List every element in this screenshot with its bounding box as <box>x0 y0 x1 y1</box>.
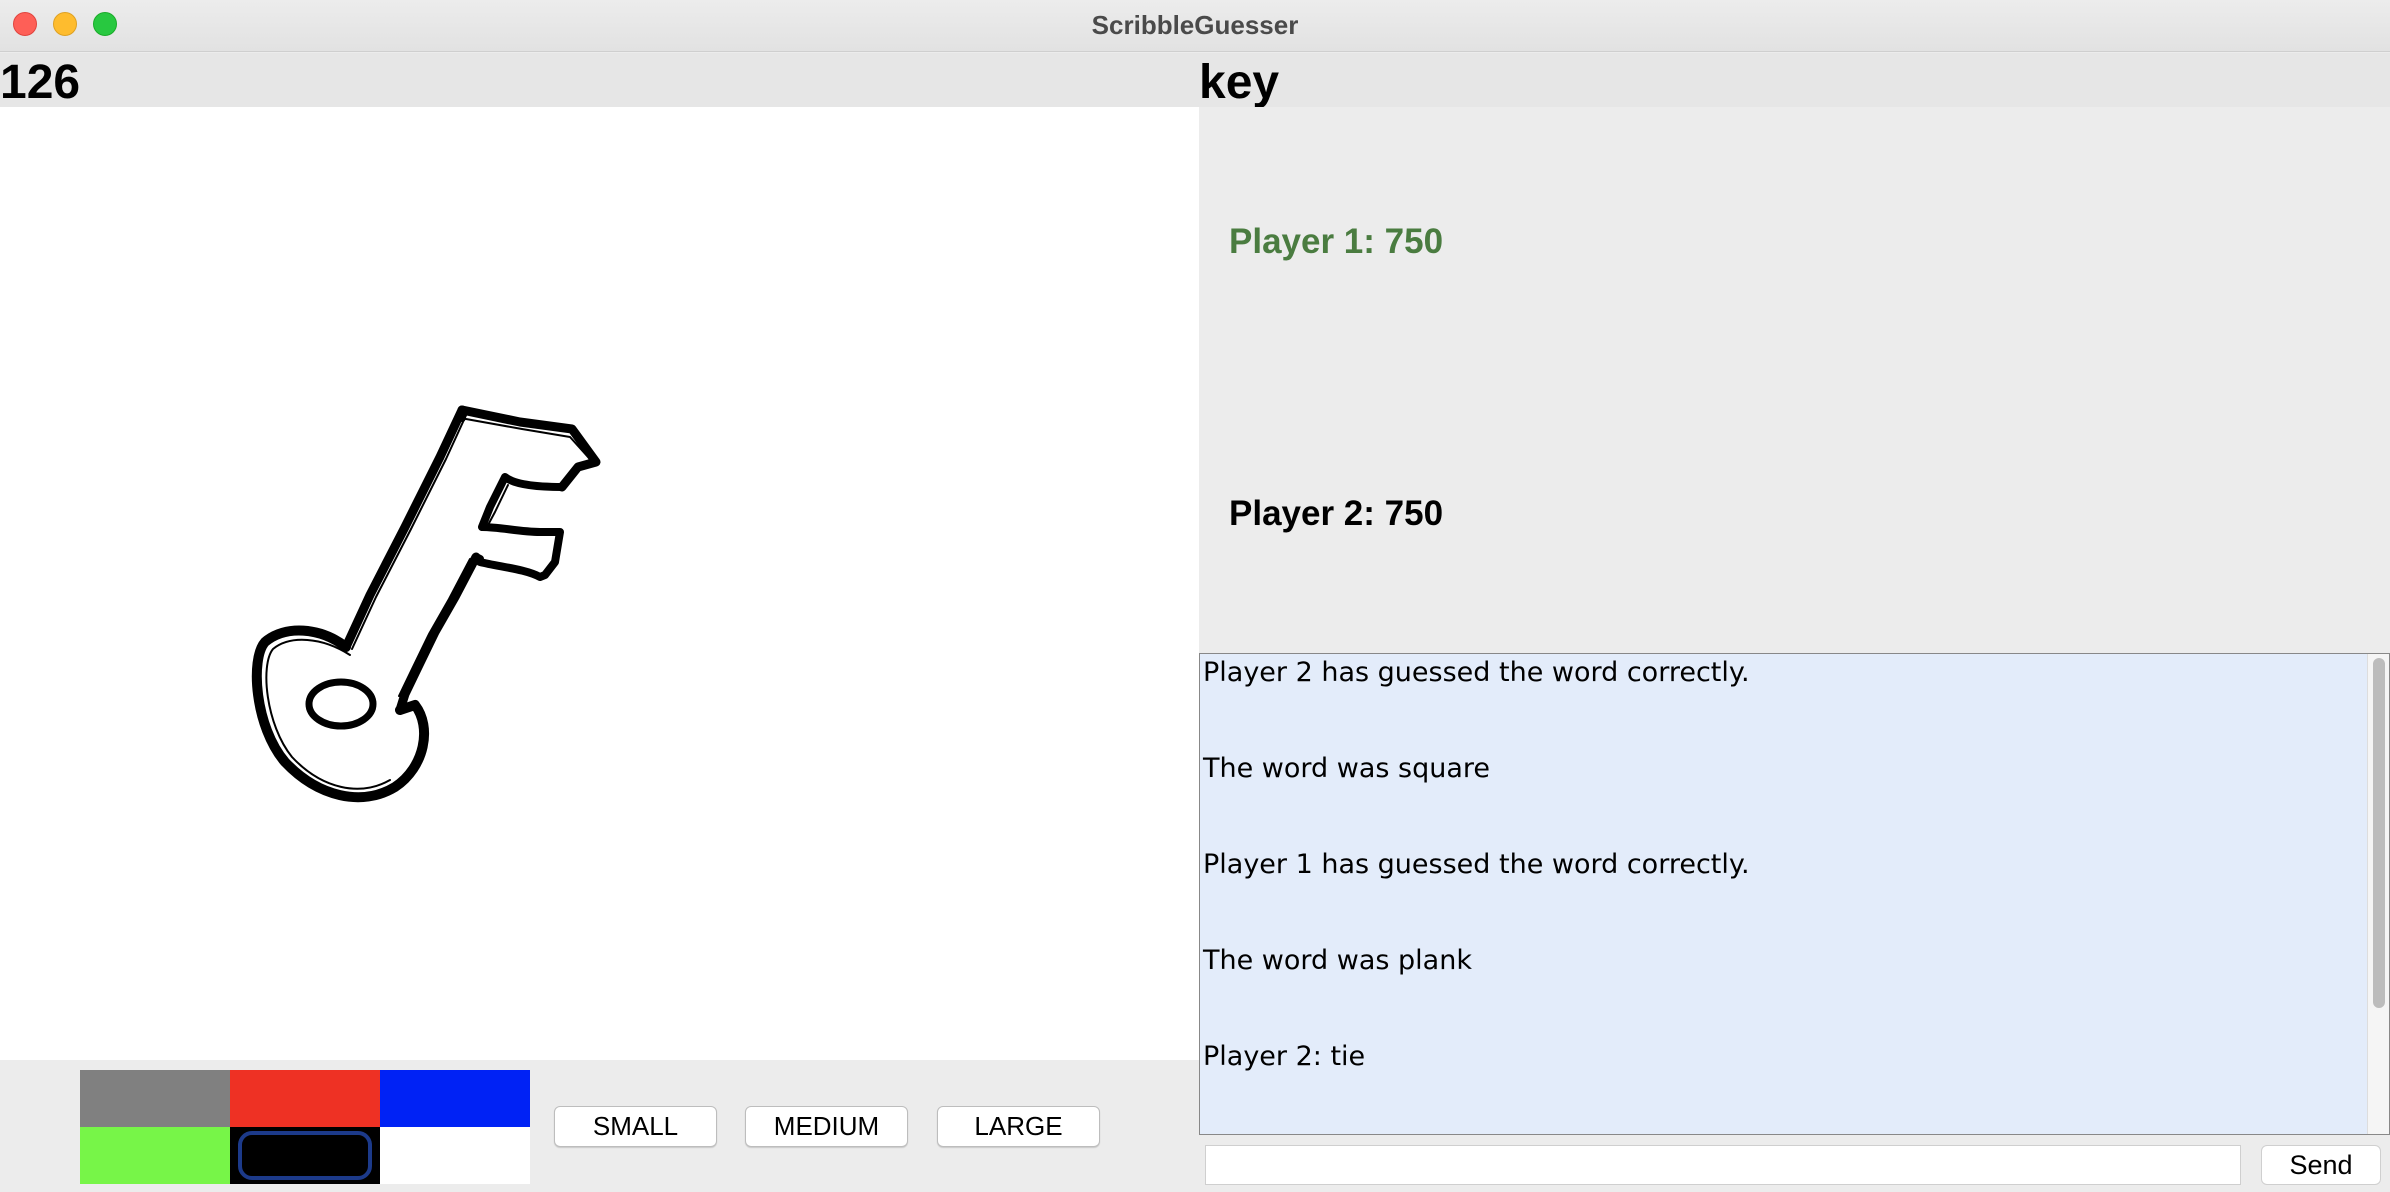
color-swatch-white[interactable] <box>380 1127 530 1184</box>
round-timer: 126 <box>0 56 81 109</box>
chat-log[interactable]: Player 2 has guessed the word correctly.… <box>1199 653 2390 1135</box>
timer-bar: 126 <box>0 53 1199 109</box>
player1-score: Player 1: 750 <box>1229 222 1444 261</box>
chat-message: Player 1 has guessed the word correctly. <box>1203 849 1750 880</box>
title-bar: ScribbleGuesser <box>0 0 2390 52</box>
chat-message: Player 2 has guessed the word correctly. <box>1203 657 1750 688</box>
color-swatch-gray[interactable] <box>80 1070 230 1127</box>
chat-scroll-thumb[interactable] <box>2373 658 2385 1008</box>
color-swatch-red[interactable] <box>230 1070 380 1127</box>
chat-message: The word was square <box>1203 753 1491 784</box>
color-swatch-green[interactable] <box>80 1127 230 1184</box>
send-button[interactable]: Send <box>2261 1145 2381 1185</box>
chat-input-row: Send <box>1199 1135 2390 1192</box>
brush-size-small-button[interactable]: SMALL <box>554 1106 717 1147</box>
scoreboard: Player 1: 750 Player 2: 750 <box>1199 107 2390 653</box>
chat-message: Player 2: tie <box>1203 1041 1366 1072</box>
current-word: key <box>1199 56 1280 109</box>
brush-size-large-button[interactable]: LARGE <box>937 1106 1100 1147</box>
brush-size-medium-button[interactable]: MEDIUM <box>745 1106 908 1147</box>
word-bar: key <box>1199 53 2390 109</box>
player2-score: Player 2: 750 <box>1229 494 1444 533</box>
key-drawing <box>251 405 601 803</box>
drawing-canvas[interactable] <box>0 107 1199 1060</box>
chat-input[interactable] <box>1205 1145 2241 1185</box>
chat-scrollbar[interactable] <box>2367 654 2389 1134</box>
color-swatch-blue[interactable] <box>380 1070 530 1127</box>
chat-message: The word was plank <box>1203 945 1472 976</box>
color-swatch-black[interactable] <box>230 1127 380 1184</box>
window-title: ScribbleGuesser <box>1091 10 1299 40</box>
